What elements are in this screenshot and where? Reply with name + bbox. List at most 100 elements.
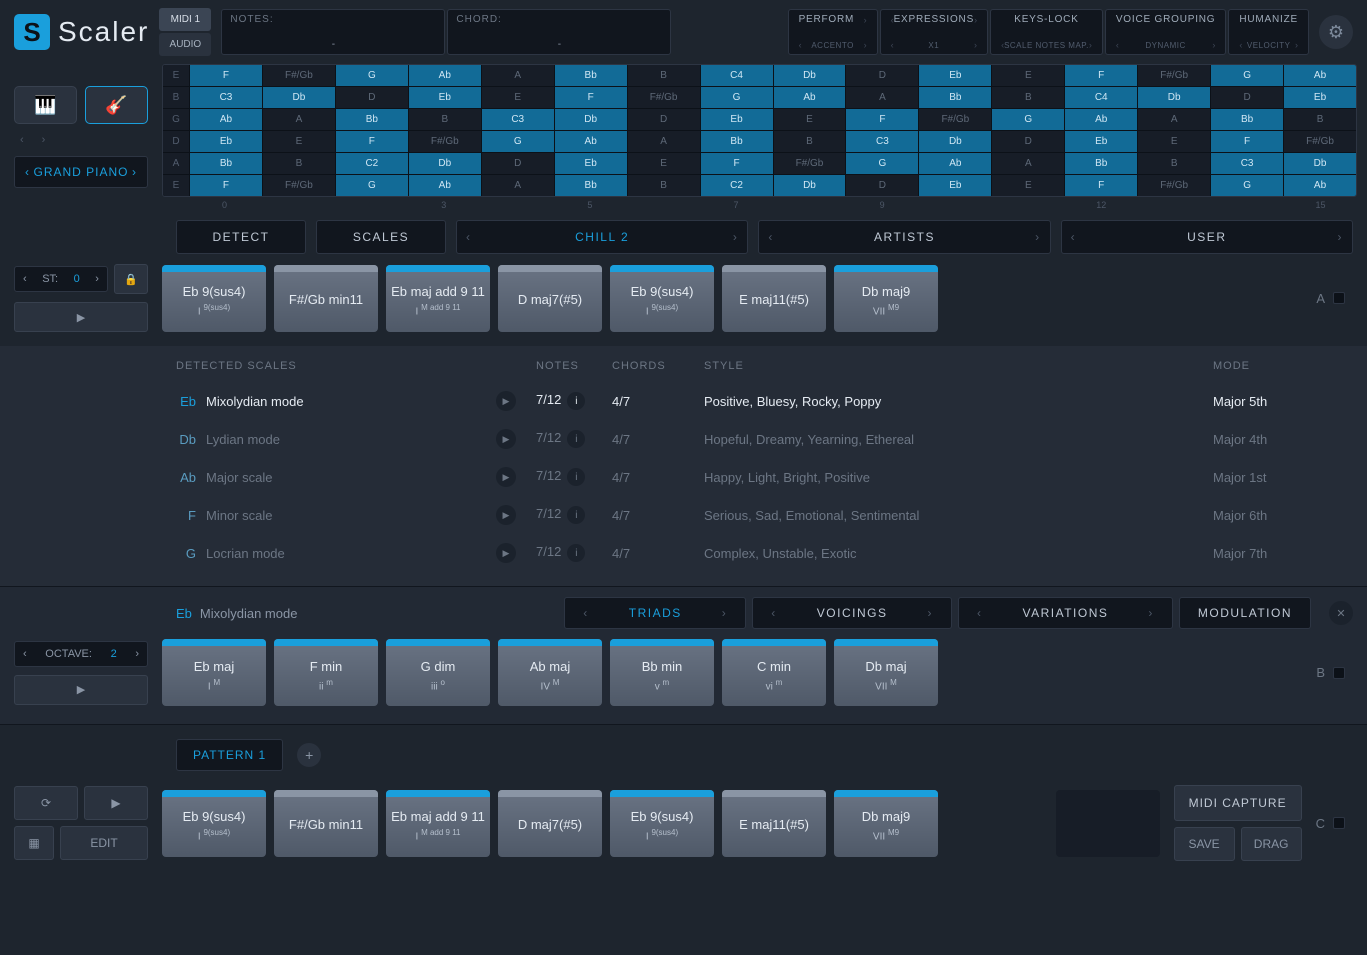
chord-card[interactable]: Eb majI M bbox=[162, 639, 266, 706]
scale-row[interactable]: AbMajor scale ▶ 7/12i 4/7 Happy, Light, … bbox=[176, 458, 1353, 496]
guitar-mode-button[interactable]: 🎸 bbox=[85, 86, 148, 124]
play-scale-icon[interactable]: ▶ bbox=[496, 543, 516, 563]
fret-cell[interactable]: D bbox=[846, 175, 918, 196]
triads-tab[interactable]: ‹TRIADS› bbox=[564, 597, 746, 629]
fret-cell[interactable]: C2 bbox=[701, 175, 773, 196]
fret-cell[interactable]: Eb bbox=[190, 131, 262, 152]
fret-cell[interactable]: D bbox=[336, 87, 408, 108]
fret-cell[interactable]: F#/Gb bbox=[263, 175, 335, 196]
artists-select[interactable]: ‹ARTISTS› bbox=[758, 220, 1050, 254]
chord-card[interactable]: Db majVII M bbox=[834, 639, 938, 706]
fret-cell[interactable]: B bbox=[628, 65, 700, 86]
fret-cell[interactable]: Ab bbox=[1065, 109, 1137, 130]
fret-cell[interactable]: Eb bbox=[1284, 87, 1356, 108]
add-pattern-button[interactable]: + bbox=[297, 743, 321, 767]
detect-tab[interactable]: DETECT bbox=[176, 220, 306, 254]
fret-cell[interactable]: D bbox=[628, 109, 700, 130]
play-button-c[interactable]: ▶ bbox=[84, 786, 148, 820]
chord-card[interactable]: Eb maj add 9 11I M add 9 11 bbox=[386, 790, 490, 857]
fret-cell[interactable]: Eb bbox=[701, 109, 773, 130]
fret-cell[interactable]: Ab bbox=[555, 131, 627, 152]
keyslock-select[interactable]: KEYS-LOCK ‹SCALE NOTES MAP.› bbox=[990, 9, 1103, 55]
info-icon[interactable]: i bbox=[567, 392, 585, 410]
fret-cell[interactable]: E bbox=[992, 65, 1064, 86]
chord-card[interactable]: E maj11(#5) bbox=[722, 265, 826, 332]
edit-button[interactable]: EDIT bbox=[60, 826, 148, 860]
fret-cell[interactable]: F bbox=[1065, 175, 1137, 196]
chord-card[interactable]: D maj7(#5) bbox=[498, 790, 602, 857]
info-icon[interactable]: i bbox=[567, 430, 585, 448]
user-select[interactable]: ‹USER› bbox=[1061, 220, 1353, 254]
fret-cell[interactable]: G bbox=[846, 153, 918, 174]
fret-cell[interactable]: F#/Gb bbox=[1138, 175, 1210, 196]
section-b-led[interactable] bbox=[1333, 667, 1345, 679]
chord-card[interactable]: Eb 9(sus4)I 9(sus4) bbox=[610, 265, 714, 332]
chord-card[interactable]: D maj7(#5) bbox=[498, 265, 602, 332]
fret-cell[interactable]: E bbox=[628, 153, 700, 174]
fret-cell[interactable]: F#/Gb bbox=[628, 87, 700, 108]
fret-cell[interactable]: Db bbox=[263, 87, 335, 108]
fret-cell[interactable]: F bbox=[846, 109, 918, 130]
fret-cell[interactable]: A bbox=[482, 175, 554, 196]
play-scale-icon[interactable]: ▶ bbox=[496, 467, 516, 487]
nav-prev[interactable]: ‹ bbox=[14, 132, 30, 148]
fret-cell[interactable]: A bbox=[1138, 109, 1210, 130]
info-icon[interactable]: i bbox=[567, 506, 585, 524]
chord-card[interactable]: F#/Gb min11 bbox=[274, 265, 378, 332]
fret-cell[interactable]: B bbox=[409, 109, 481, 130]
fret-cell[interactable]: Db bbox=[1138, 87, 1210, 108]
fret-cell[interactable]: F#/Gb bbox=[409, 131, 481, 152]
fret-cell[interactable]: D bbox=[992, 131, 1064, 152]
io-audio-tab[interactable]: AUDIO bbox=[159, 33, 211, 56]
fret-cell[interactable]: F#/Gb bbox=[1138, 65, 1210, 86]
fret-cell[interactable]: B bbox=[992, 87, 1064, 108]
chord-card[interactable]: C minvi m bbox=[722, 639, 826, 706]
variations-tab[interactable]: ‹VARIATIONS› bbox=[958, 597, 1173, 629]
play-scale-icon[interactable]: ▶ bbox=[496, 391, 516, 411]
fret-cell[interactable]: D bbox=[846, 65, 918, 86]
info-icon[interactable]: i bbox=[567, 468, 585, 486]
fret-cell[interactable]: Ab bbox=[409, 65, 481, 86]
fret-cell[interactable]: G bbox=[336, 65, 408, 86]
chord-card[interactable]: Bb minv m bbox=[610, 639, 714, 706]
fret-cell[interactable]: Ab bbox=[1284, 175, 1356, 196]
fret-cell[interactable]: B bbox=[774, 131, 846, 152]
fret-cell[interactable]: Bb bbox=[190, 153, 262, 174]
fret-cell[interactable]: G bbox=[992, 109, 1064, 130]
chord-card[interactable]: Db maj9VII M9 bbox=[834, 790, 938, 857]
fret-cell[interactable]: Bb bbox=[1211, 109, 1283, 130]
settings-gear-icon[interactable]: ⚙ bbox=[1319, 15, 1353, 49]
fret-cell[interactable]: Ab bbox=[919, 153, 991, 174]
fret-cell[interactable]: C4 bbox=[1065, 87, 1137, 108]
fret-cell[interactable]: Eb bbox=[1065, 131, 1137, 152]
fret-cell[interactable]: G bbox=[1211, 65, 1283, 86]
modulation-tab[interactable]: MODULATION bbox=[1179, 597, 1311, 629]
fret-cell[interactable]: G bbox=[336, 175, 408, 196]
fret-cell[interactable]: C3 bbox=[190, 87, 262, 108]
fret-cell[interactable]: F bbox=[1065, 65, 1137, 86]
humanize-select[interactable]: HUMANIZE ‹VELOCITY› bbox=[1228, 9, 1309, 55]
fret-cell[interactable]: Db bbox=[1284, 153, 1356, 174]
chord-card[interactable]: Eb 9(sus4)I 9(sus4) bbox=[610, 790, 714, 857]
fret-cell[interactable]: Ab bbox=[1284, 65, 1356, 86]
chord-card[interactable]: F#/Gb min11 bbox=[274, 790, 378, 857]
chord-card[interactable]: G dimiii o bbox=[386, 639, 490, 706]
drag-button[interactable]: DRAG bbox=[1241, 827, 1302, 861]
chord-card[interactable]: Ab majIV M bbox=[498, 639, 602, 706]
fret-cell[interactable]: B bbox=[263, 153, 335, 174]
piano-mode-button[interactable]: 🎹 bbox=[14, 86, 77, 124]
lock-button[interactable]: 🔒 bbox=[114, 264, 148, 294]
fret-cell[interactable]: F#/Gb bbox=[263, 65, 335, 86]
info-icon[interactable]: i bbox=[567, 544, 585, 562]
play-button-b[interactable]: ▶ bbox=[14, 675, 148, 705]
fret-cell[interactable]: A bbox=[992, 153, 1064, 174]
midi-capture-button[interactable]: MIDI CAPTURE bbox=[1174, 785, 1302, 821]
fret-cell[interactable]: Bb bbox=[555, 175, 627, 196]
scales-tab[interactable]: SCALES bbox=[316, 220, 446, 254]
fret-cell[interactable]: Bb bbox=[701, 131, 773, 152]
fret-cell[interactable]: Ab bbox=[774, 87, 846, 108]
fret-cell[interactable]: F#/Gb bbox=[1284, 131, 1356, 152]
scale-row[interactable]: EbMixolydian mode ▶ 7/12i 4/7 Positive, … bbox=[176, 382, 1353, 420]
fret-cell[interactable]: Bb bbox=[555, 65, 627, 86]
fret-cell[interactable]: E bbox=[263, 131, 335, 152]
